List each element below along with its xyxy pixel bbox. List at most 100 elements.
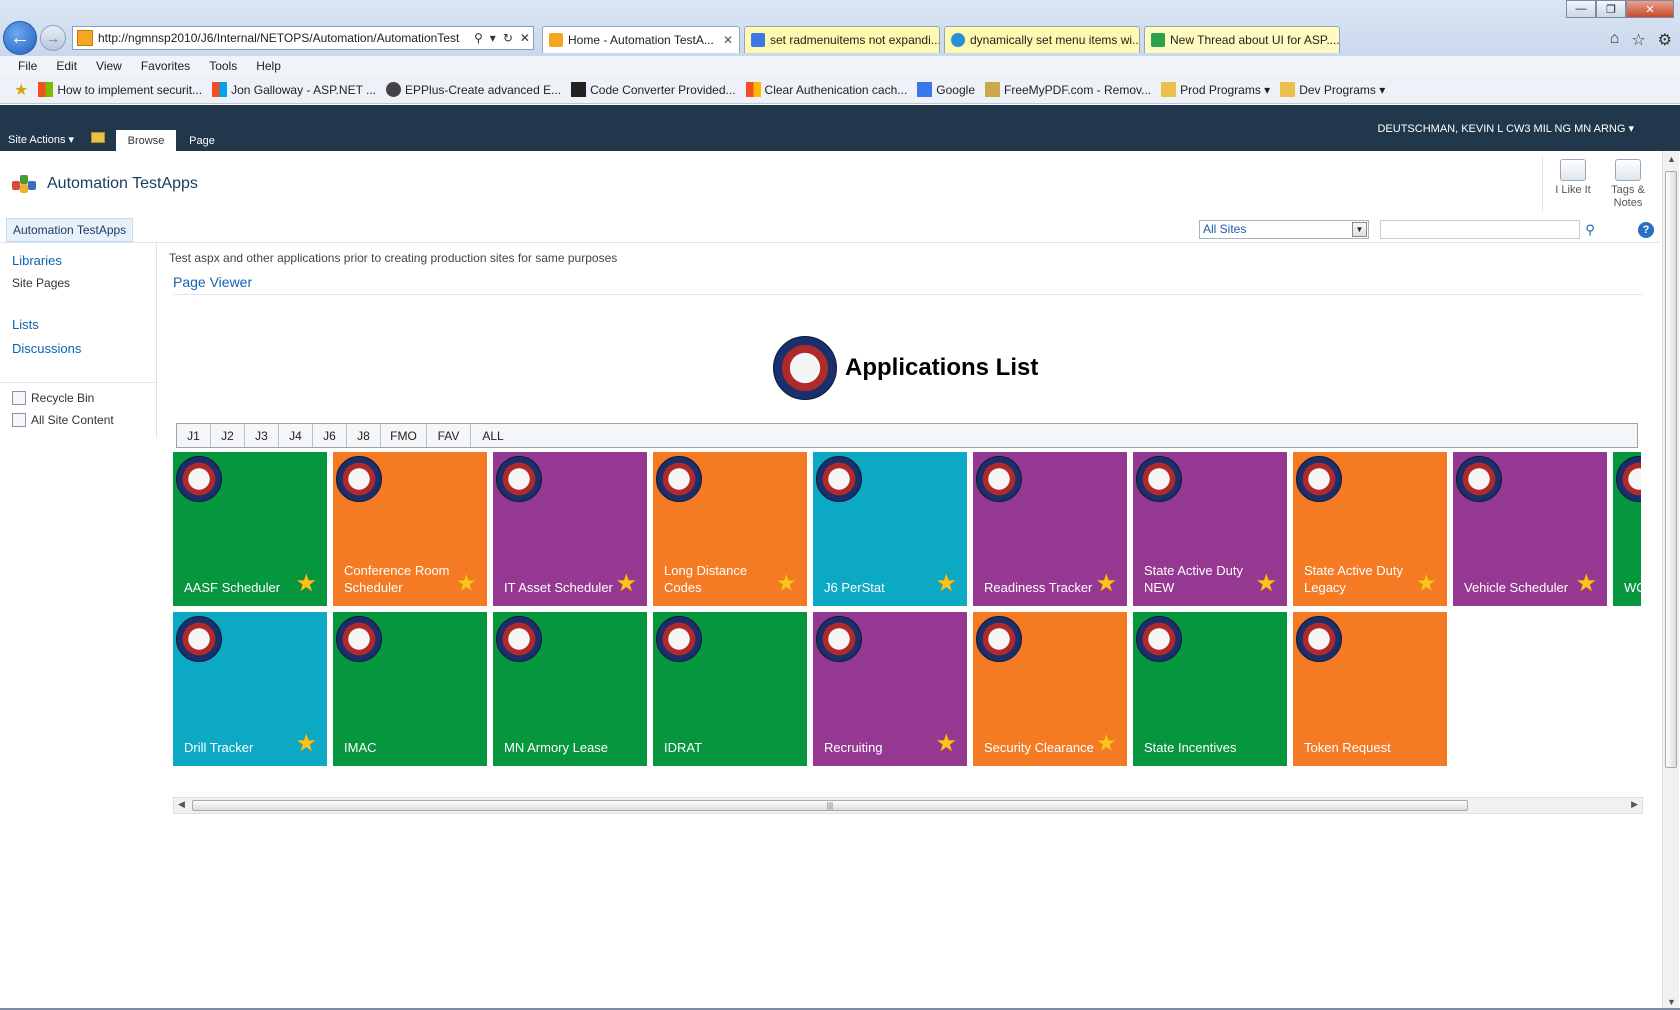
menu-tools[interactable]: Tools xyxy=(209,59,237,73)
favorite-star-icon[interactable]: ★ xyxy=(295,572,317,596)
forward-button[interactable]: → xyxy=(40,25,66,51)
favorite-link[interactable]: Clear Authenication cach... xyxy=(745,82,907,97)
app-tile[interactable]: Drill Tracker ★ xyxy=(173,612,327,766)
site-actions-menu[interactable]: Site Actions ▾ xyxy=(8,133,74,146)
app-tile[interactable]: Conference Room Scheduler ★ xyxy=(333,452,487,606)
close-tab-icon[interactable]: ✕ xyxy=(717,33,733,47)
browser-tab-home[interactable]: Home - Automation TestA... ✕ xyxy=(542,26,740,53)
filter-j4[interactable]: J4 xyxy=(279,424,313,447)
menu-file[interactable]: File xyxy=(18,59,37,73)
app-tile[interactable]: J6 PerStat ★ xyxy=(813,452,967,606)
favorite-star-icon[interactable]: ★ xyxy=(935,572,957,596)
filter-all[interactable]: ALL xyxy=(471,424,515,447)
ql-all-site-content[interactable]: All Site Content xyxy=(12,413,114,427)
filter-fmo[interactable]: FMO xyxy=(381,424,427,447)
filter-j6[interactable]: J6 xyxy=(313,424,347,447)
favorite-link[interactable]: Code Converter Provided... xyxy=(571,82,736,97)
app-tile[interactable]: Token Request xyxy=(1293,612,1447,766)
app-tile[interactable]: Vehicle Scheduler ★ xyxy=(1453,452,1607,606)
menu-help[interactable]: Help xyxy=(256,59,281,73)
i-like-it-button[interactable]: I Like It xyxy=(1550,159,1596,197)
ql-recycle-bin[interactable]: Recycle Bin xyxy=(12,391,94,405)
scroll-down-icon[interactable]: ▼ xyxy=(1667,997,1676,1007)
maximize-icon[interactable]: ❐ xyxy=(1596,0,1626,18)
close-window-icon[interactable]: ✕ xyxy=(1626,0,1674,18)
search-icon[interactable]: ⚲ xyxy=(474,31,483,45)
favorite-star-icon[interactable]: ★ xyxy=(615,572,637,596)
dropdown-icon[interactable]: ▾ xyxy=(490,31,496,45)
filter-j2[interactable]: J2 xyxy=(211,424,245,447)
browser-tab-dynamic-menu[interactable]: dynamically set menu items wi... xyxy=(944,26,1140,53)
app-tile[interactable]: MN Armory Lease xyxy=(493,612,647,766)
ql-libraries[interactable]: Libraries xyxy=(12,253,62,268)
favorite-folder[interactable]: Dev Programs ▾ xyxy=(1280,82,1385,97)
filter-j8[interactable]: J8 xyxy=(347,424,381,447)
app-tile[interactable]: IT Asset Scheduler ★ xyxy=(493,452,647,606)
app-tile[interactable]: State Active Duty NEW ★ xyxy=(1133,452,1287,606)
favorite-star-icon[interactable]: ★ xyxy=(455,572,477,596)
ql-discussions[interactable]: Discussions xyxy=(12,341,81,356)
minimize-icon[interactable]: — xyxy=(1566,0,1596,18)
app-tile[interactable]: Long Distance Codes ★ xyxy=(653,452,807,606)
app-tile[interactable]: IDRAT xyxy=(653,612,807,766)
menu-view[interactable]: View xyxy=(96,59,122,73)
filter-fav[interactable]: FAV xyxy=(427,424,471,447)
favorite-star-icon[interactable]: ★ xyxy=(1255,572,1277,596)
favorite-link[interactable]: How to implement securit... xyxy=(38,82,202,97)
app-tile[interactable]: Readiness Tracker ★ xyxy=(973,452,1127,606)
favorite-link[interactable]: FreeMyPDF.com - Remov... xyxy=(985,82,1151,97)
back-button[interactable]: ← xyxy=(3,21,37,55)
filter-j3[interactable]: J3 xyxy=(245,424,279,447)
site-title[interactable]: Automation TestApps xyxy=(47,175,198,193)
chevron-down-icon[interactable]: ▼ xyxy=(1352,222,1367,237)
app-tile[interactable]: Security Clearance ★ xyxy=(973,612,1127,766)
favorite-star-icon[interactable]: ★ xyxy=(1415,572,1437,596)
favorite-star-icon[interactable]: ★ xyxy=(775,572,797,596)
filter-j1[interactable]: J1 xyxy=(177,424,211,447)
menu-favorites[interactable]: Favorites xyxy=(141,59,190,73)
app-tile[interactable]: State Active Duty Legacy ★ xyxy=(1293,452,1447,606)
app-tile[interactable]: AASF Scheduler ★ xyxy=(173,452,327,606)
tab-browse[interactable]: Browse xyxy=(116,130,176,151)
scroll-left-icon[interactable]: ◀ xyxy=(178,799,185,810)
tags-notes-button[interactable]: Tags & Notes xyxy=(1605,159,1651,210)
app-tile[interactable]: State Incentives xyxy=(1133,612,1287,766)
favorite-star-icon[interactable]: ★ xyxy=(1575,572,1597,596)
webpart-title[interactable]: Page Viewer xyxy=(173,274,252,290)
menu-edit[interactable]: Edit xyxy=(56,59,77,73)
address-bar[interactable]: http://ngmnsp2010/J6/Internal/NETOPS/Aut… xyxy=(72,26,534,50)
favorite-link[interactable]: Jon Galloway - ASP.NET ... xyxy=(212,82,376,97)
favorite-link[interactable]: Google xyxy=(917,82,975,97)
gear-icon[interactable]: ⚙ xyxy=(1658,30,1672,50)
refresh-icon[interactable]: ↻ xyxy=(503,31,513,45)
ql-lists[interactable]: Lists xyxy=(12,317,39,332)
browser-tab-new-thread[interactable]: New Thread about UI for ASP.... xyxy=(1144,26,1340,53)
search-icon[interactable]: ⚲ xyxy=(1580,220,1600,239)
add-favorite-icon[interactable]: ★ xyxy=(14,80,28,100)
app-tile[interactable]: WO xyxy=(1613,452,1641,606)
horizontal-scroll-thumb[interactable]: ||| xyxy=(192,800,1468,811)
favorite-star-icon[interactable]: ★ xyxy=(1095,572,1117,596)
favorite-star-icon[interactable]: ★ xyxy=(1095,732,1117,756)
search-input[interactable] xyxy=(1380,220,1580,239)
stop-icon[interactable]: ✕ xyxy=(520,31,530,45)
home-icon[interactable]: ⌂ xyxy=(1610,30,1620,50)
scroll-up-icon[interactable]: ▲ xyxy=(1667,154,1676,164)
app-tile[interactable]: Recruiting ★ xyxy=(813,612,967,766)
app-tile[interactable]: IMAC xyxy=(333,612,487,766)
search-scope-select[interactable]: All Sites ▼ xyxy=(1199,220,1369,239)
vertical-scroll-thumb[interactable] xyxy=(1665,171,1677,768)
user-menu[interactable]: DEUTSCHMAN, KEVIN L CW3 MIL NG MN ARNG ▾ xyxy=(1377,122,1634,135)
vertical-scrollbar[interactable]: ▲ ▼ xyxy=(1662,151,1679,1010)
browser-tab-radmenu[interactable]: set radmenuitems not expandi... xyxy=(744,26,940,53)
tab-page[interactable]: Page xyxy=(180,130,224,151)
favorite-star-icon[interactable]: ★ xyxy=(295,732,317,756)
topnav-item-automation-testapps[interactable]: Automation TestApps xyxy=(6,218,134,242)
horizontal-scrollbar[interactable]: ◀ ||| ▶ xyxy=(173,797,1643,814)
help-icon[interactable]: ? xyxy=(1638,222,1654,238)
ql-site-pages[interactable]: Site Pages xyxy=(12,276,70,290)
favorite-star-icon[interactable]: ★ xyxy=(935,732,957,756)
favorite-folder[interactable]: Prod Programs ▾ xyxy=(1161,82,1270,97)
favorites-star-icon[interactable]: ☆ xyxy=(1631,30,1645,50)
favorite-link[interactable]: EPPlus-Create advanced E... xyxy=(386,82,561,97)
